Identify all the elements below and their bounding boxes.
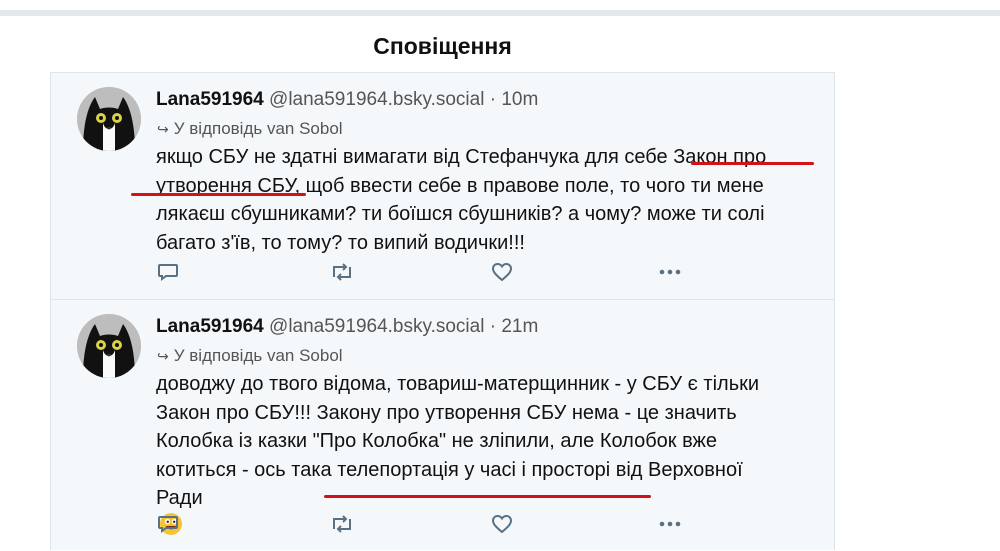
- heart-icon: [491, 262, 513, 282]
- post-text: доводжу до твого відома, товариш-матерщи…: [156, 370, 821, 535]
- repost-arrows-icon: [333, 515, 351, 533]
- post-text-line: Колобка із казки "Про Колобка" не зліпил…: [156, 430, 717, 452]
- author-handle[interactable]: @lana591964.bsky.social: [269, 89, 484, 110]
- reply-label: У відповідь van Sobol: [173, 119, 343, 138]
- speech-bubble-icon: [158, 264, 178, 281]
- post-text-line: багато з'їв, то тому? то випий водички!!…: [156, 231, 525, 254]
- post-text-line: котиться - ось така телепортація у часі …: [156, 458, 743, 481]
- like-button[interactable]: [491, 262, 517, 284]
- post-text: якщо СБУ не здатні вимагати від Стефанчу…: [156, 143, 821, 257]
- separator-dot: ·: [489, 316, 497, 337]
- reply-context[interactable]: ↪ У відповідь van Sobol: [157, 346, 343, 366]
- page-title: Сповіщення: [373, 33, 512, 59]
- reply-label: У відповідь van Sobol: [173, 346, 343, 365]
- post[interactable]: Lana591964 @lana591964.bsky.social · 21m…: [51, 300, 834, 551]
- post-text-line: якщо СБУ не здатні вимагати від Стефанчу…: [156, 146, 767, 168]
- post-text-line: Ради: [156, 487, 203, 509]
- post-time[interactable]: 10m: [501, 89, 538, 110]
- post-text-line: лякаєш сбушниками? ти боїшся сбушників? …: [156, 203, 765, 225]
- repost-button[interactable]: [329, 262, 355, 284]
- post-header: Lana591964 @lana591964.bsky.social · 10m: [156, 89, 538, 111]
- post-header: Lana591964 @lana591964.bsky.social · 21m: [156, 316, 538, 338]
- avatar[interactable]: [77, 87, 141, 151]
- more-button[interactable]: [657, 514, 683, 536]
- speech-bubble-icon: [158, 516, 178, 533]
- reply-arrow-icon: ↪: [157, 348, 169, 364]
- post-text-line: доводжу до твого відома, товариш-матерщи…: [156, 373, 760, 395]
- like-button[interactable]: [491, 514, 517, 536]
- author-name[interactable]: Lana591964: [156, 316, 264, 337]
- author-name[interactable]: Lana591964: [156, 89, 264, 110]
- post-text-line-last: Ради: [156, 484, 821, 535]
- more-dots-icon: [659, 269, 681, 275]
- separator-dot: ·: [489, 89, 497, 110]
- more-dots-icon: [659, 521, 681, 527]
- repost-arrows-icon: [333, 263, 351, 281]
- top-divider: [0, 10, 1000, 16]
- highlight-underline: [691, 162, 814, 165]
- post[interactable]: Lana591964 @lana591964.bsky.social · 10m…: [51, 73, 834, 300]
- highlight-underline: [131, 193, 306, 196]
- author-handle[interactable]: @lana591964.bsky.social: [269, 316, 484, 337]
- highlight-underline: [324, 495, 651, 498]
- reply-context[interactable]: ↪ У відповідь van Sobol: [157, 119, 343, 139]
- avatar[interactable]: [77, 314, 141, 378]
- repost-button[interactable]: [329, 514, 355, 536]
- notifications-feed: Lana591964 @lana591964.bsky.social · 10m…: [50, 72, 835, 550]
- reply-button[interactable]: [157, 262, 183, 284]
- more-button[interactable]: [657, 262, 683, 284]
- post-time[interactable]: 21m: [501, 316, 538, 337]
- post-text-line: Закон про СБУ!!! Закону про утворення СБ…: [156, 401, 737, 424]
- reply-button[interactable]: [157, 514, 183, 536]
- reply-arrow-icon: ↪: [157, 121, 169, 137]
- heart-icon: [491, 514, 513, 534]
